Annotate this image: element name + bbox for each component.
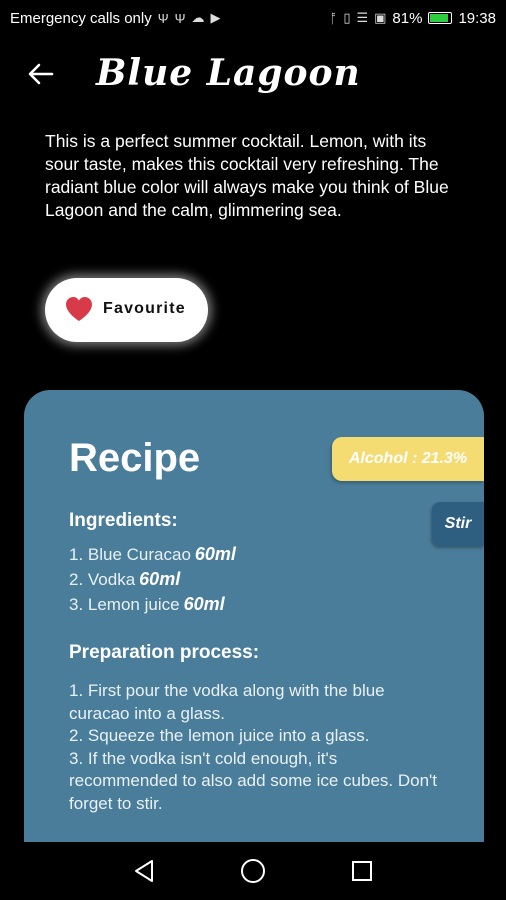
square-recents-icon <box>351 861 372 881</box>
preparation-step: 3. If the vodka isn't cold enough, it's … <box>69 748 437 813</box>
ingredient-amount: 60ml <box>139 569 181 589</box>
ingredient-name: 2. Vodka <box>69 570 136 589</box>
system-nav-bar <box>0 842 506 900</box>
list-item: 1. Blue Curacao 60ml <box>69 542 429 567</box>
status-right: ᚩ ▯ ☰ ▣ 81% 19:38 <box>330 10 497 27</box>
nav-recents-button[interactable] <box>348 857 376 885</box>
preparation-step: 1. First pour the vodka along with the b… <box>69 681 385 723</box>
preparation-steps: 1. First pour the vodka along with the b… <box>69 680 439 815</box>
status-left: Emergency calls only Ψ Ψ ☁ ▶ <box>10 10 220 27</box>
preparation-step: 2. Squeeze the lemon juice into a glass. <box>69 726 370 745</box>
youtube-icon: ▶ <box>210 10 221 25</box>
battery-icon <box>428 12 453 24</box>
preparation-heading: Preparation process: <box>69 642 260 663</box>
clock: 19:38 <box>458 9 496 27</box>
arrow-left-icon <box>28 63 54 85</box>
usb-icon: Ψ <box>157 10 169 26</box>
ingredient-name: 3. Lemon juice <box>69 595 180 614</box>
triangle-back-icon <box>135 860 154 882</box>
ingredients-list: 1. Blue Curacao 60ml 2. Vodka 60ml 3. Lemo… <box>69 542 429 617</box>
ingredient-amount: 60ml <box>194 544 236 564</box>
carrier-text: Emergency calls only <box>10 9 152 27</box>
nav-home-button[interactable] <box>239 857 267 885</box>
method-badge: Stir <box>432 502 484 546</box>
alcohol-badge: Alcohol : 21.3% <box>332 437 484 481</box>
vibrate-icon: ▯ <box>343 10 351 25</box>
recipe-title: Recipe <box>69 436 201 480</box>
cloud-icon: ☁ <box>191 10 205 25</box>
usb-icon: Ψ <box>174 10 186 26</box>
ingredients-heading: Ingredients: <box>69 510 178 531</box>
bluetooth-icon: ᚩ <box>329 10 338 26</box>
circle-home-icon <box>240 859 265 883</box>
list-item: 2. Vodka 60ml <box>69 567 429 592</box>
nav-back-button[interactable] <box>130 857 158 885</box>
favourite-button[interactable]: Favourite <box>45 278 208 342</box>
cocktail-description: This is a perfect summer cocktail. Lemon… <box>45 131 449 220</box>
ingredient-name: 1. Blue Curacao <box>69 545 191 564</box>
back-button[interactable] <box>26 59 56 89</box>
app-bar: Blue Lagoon <box>0 44 506 108</box>
battery-percent: 81% <box>392 9 423 27</box>
wifi-icon: ☰ <box>356 10 369 25</box>
ingredient-amount: 60ml <box>183 594 225 614</box>
page-title: Blue Lagoon <box>96 52 361 94</box>
heart-icon <box>66 297 92 321</box>
favourite-label: Favourite <box>103 300 186 317</box>
list-item: 3. Lemon juice 60ml <box>69 592 429 617</box>
battery-saver-icon: ▣ <box>374 10 387 25</box>
status-bar: Emergency calls only Ψ Ψ ☁ ▶ ᚩ ▯ ☰ ▣ 81%… <box>0 0 506 36</box>
recipe-card: Recipe Alcohol : 21.3% Stir Ingredients:… <box>24 390 484 860</box>
